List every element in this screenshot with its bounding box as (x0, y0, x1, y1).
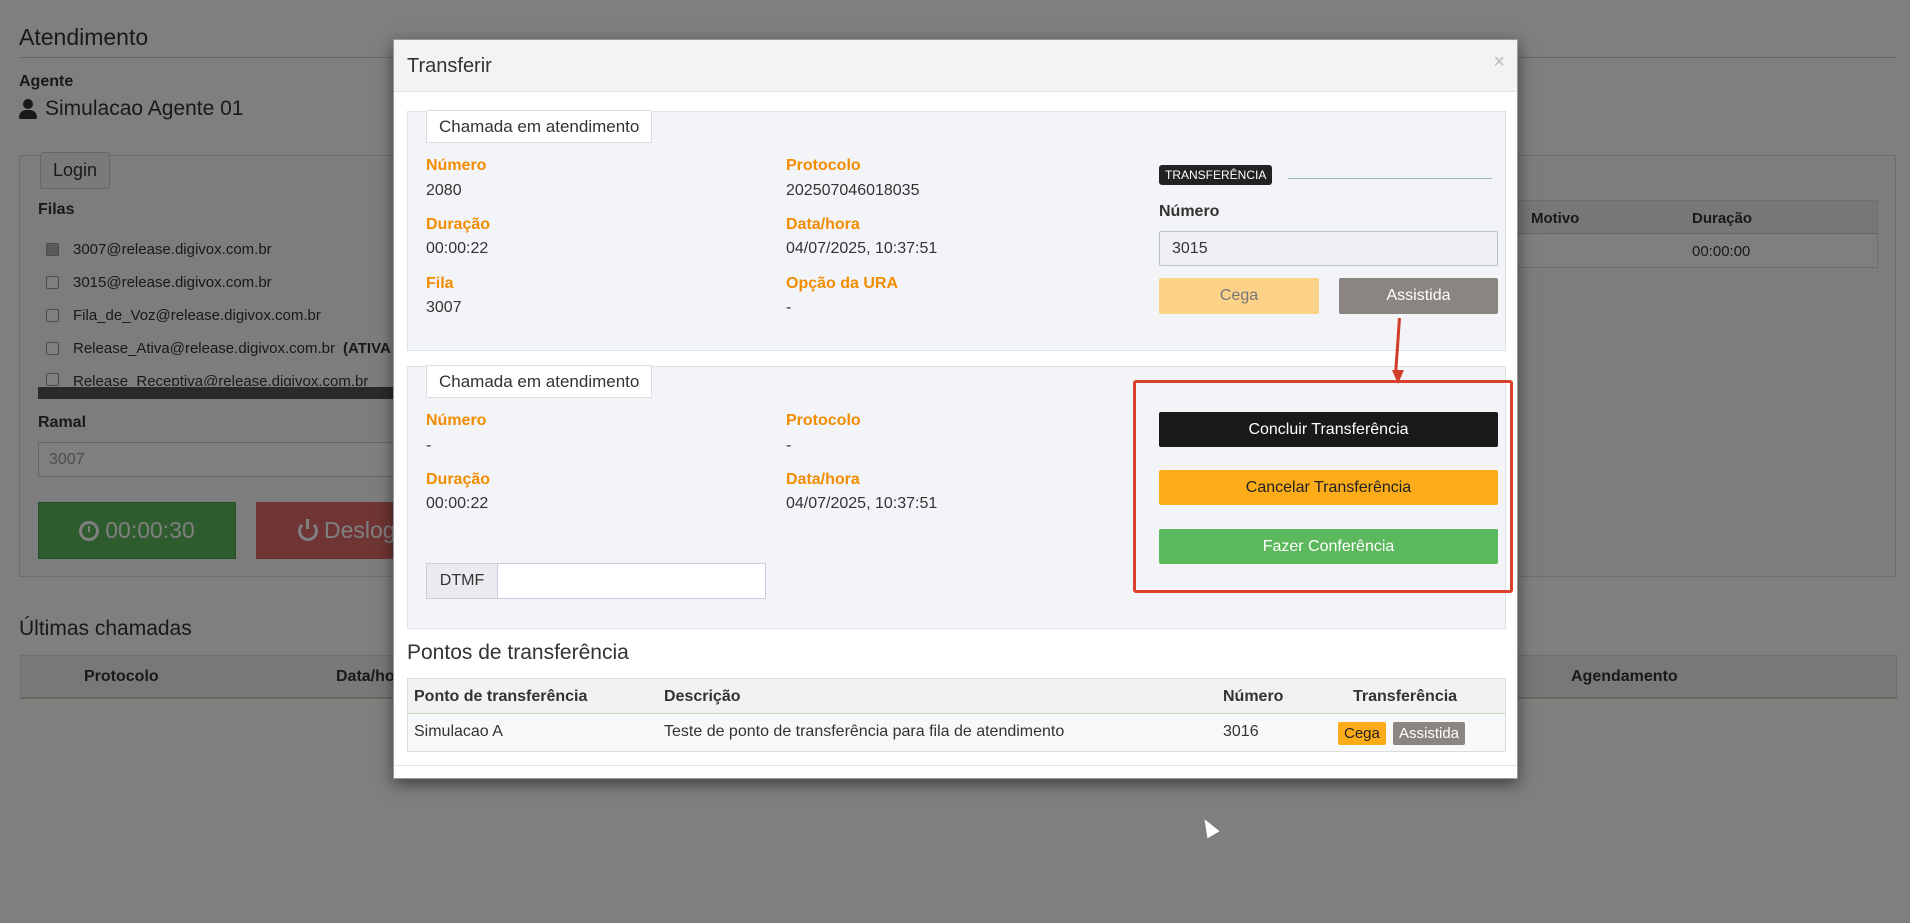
section-legend: Chamada em atendimento (426, 365, 653, 398)
datahora-label: Data/hora (786, 471, 860, 488)
protocolo-label: Protocolo (786, 412, 861, 429)
assistida-button[interactable]: Assistida (1339, 278, 1498, 314)
dtmf-label: DTMF (426, 563, 498, 599)
numero-value: - (426, 437, 432, 454)
ura-value: - (786, 299, 792, 316)
transfer-modal: Transferir × Chamada em atendimento Núme… (393, 39, 1518, 779)
modal-header: Transferir × (394, 40, 1517, 92)
dtmf-group: DTMF (426, 563, 766, 599)
cancelar-transferencia-button[interactable]: Cancelar Transferência (1159, 470, 1498, 505)
datahora-value: 04/07/2025, 10:37:51 (786, 495, 938, 512)
fazer-conferencia-button[interactable]: Fazer Conferência (1159, 529, 1498, 564)
numero-value: 2080 (426, 182, 462, 199)
duracao-value: 00:00:22 (426, 240, 489, 257)
protocolo-value: - (786, 437, 792, 454)
header-descricao: Descrição (664, 688, 741, 705)
concluir-transferencia-button[interactable]: Concluir Transferência (1159, 412, 1498, 447)
transfer-numero-input[interactable]: 3015 (1159, 231, 1498, 266)
transferred-call-section: Chamada em atendimento Número - Protocol… (407, 365, 1513, 629)
arrow-head-icon (1392, 370, 1404, 384)
header-ponto: Ponto de transferência (414, 688, 588, 705)
protocolo-value: 202507046018035 (786, 182, 920, 199)
close-icon[interactable]: × (1493, 51, 1505, 74)
numero-label: Número (426, 157, 487, 174)
descricao-value: Teste de ponto de transferência para fil… (664, 723, 1065, 740)
modal-footer-divider (394, 765, 1517, 766)
table-row: Simulacao A Teste de ponto de transferên… (408, 714, 1505, 751)
pontos-table-header: Ponto de transferência Descrição Número … (408, 679, 1505, 714)
cega-button[interactable]: Cega (1159, 278, 1319, 314)
current-call-section: Chamada em atendimento Número 2080 Proto… (407, 110, 1506, 351)
fila-label: Fila (426, 275, 454, 292)
numero-label: Número (426, 412, 487, 429)
header-numero: Número (1223, 688, 1284, 705)
section-legend: Chamada em atendimento (426, 110, 653, 143)
duracao-label: Duração (426, 471, 491, 488)
protocolo-label: Protocolo (786, 157, 861, 174)
datahora-label: Data/hora (786, 216, 860, 233)
dtmf-input[interactable] (498, 563, 766, 599)
row-cega-button[interactable]: Cega (1338, 722, 1386, 745)
pontos-table: Ponto de transferência Descrição Número … (407, 678, 1506, 752)
numero-value: 3016 (1223, 723, 1259, 740)
ponto-value: Simulacao A (414, 723, 503, 740)
modal-title: Transferir (407, 55, 492, 77)
transfer-numero-label: Número (1159, 203, 1220, 220)
transferencia-divider (1288, 178, 1492, 179)
pontos-title: Pontos de transferência (407, 641, 629, 664)
duracao-label: Duração (426, 216, 491, 233)
header-transferencia: Transferência (1353, 688, 1458, 705)
transferencia-badge: TRANSFERÊNCIA (1159, 165, 1273, 185)
datahora-value: 04/07/2025, 10:37:51 (786, 240, 938, 257)
ura-label: Opção da URA (786, 275, 899, 292)
fila-value: 3007 (426, 299, 462, 316)
duracao-value: 00:00:22 (426, 495, 489, 512)
row-assistida-button[interactable]: Assistida (1393, 722, 1466, 745)
